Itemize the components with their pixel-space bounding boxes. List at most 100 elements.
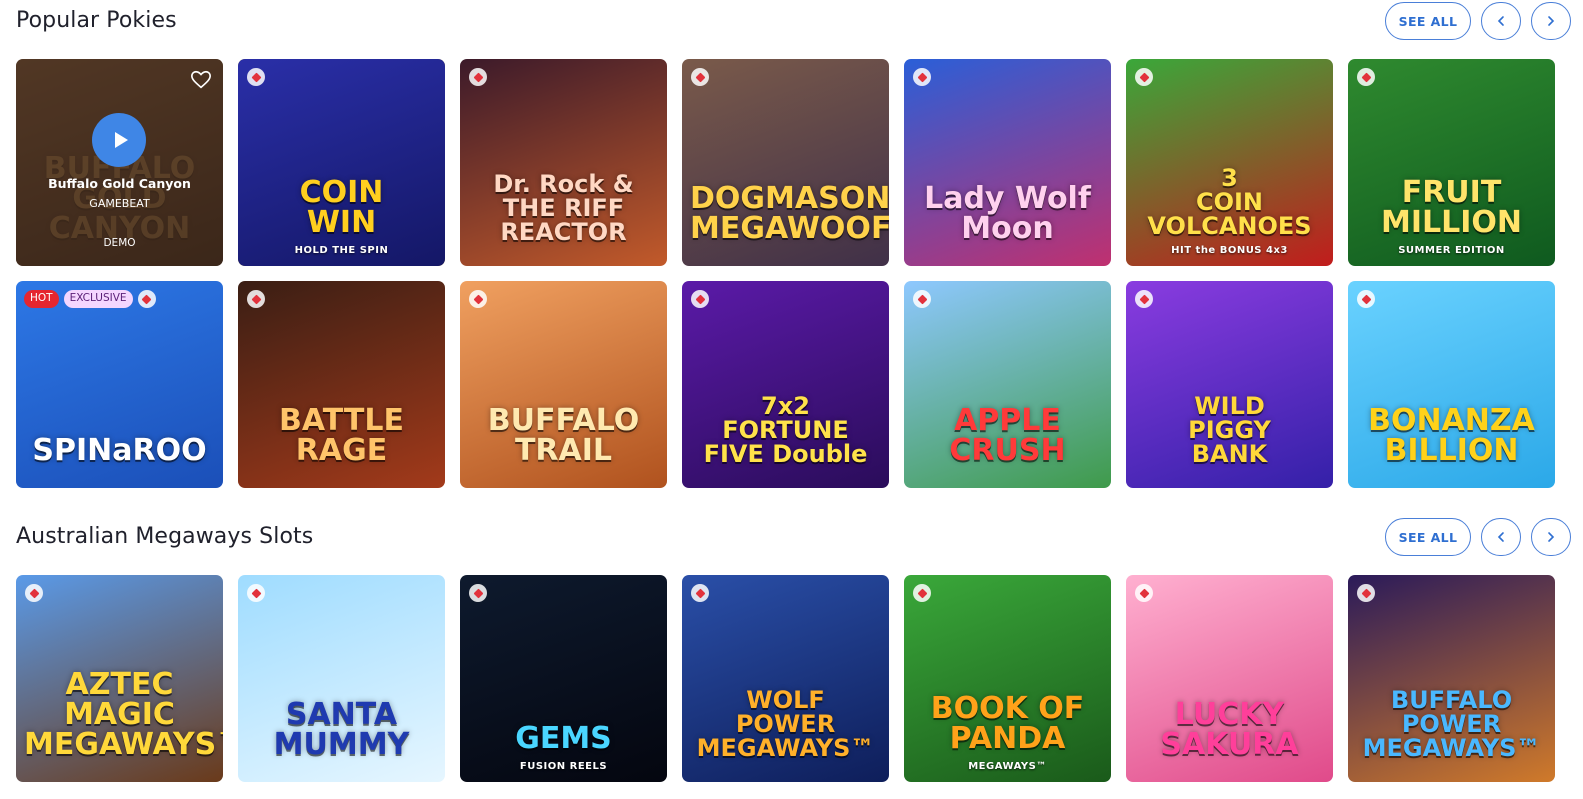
provider-icon [1135,290,1153,308]
game-logo: 7x2 FORTUNE FIVE Double [682,394,889,466]
provider-icon [913,584,931,602]
game-tile[interactable]: BUFFALOGOLD CANYONBuffalo Gold CanyonGAM… [16,59,223,266]
prev-button[interactable] [1481,518,1521,556]
game-tile[interactable]: DOGMASONSMEGAWOOF [682,59,889,266]
game-logo-line: MUMMY [273,727,410,762]
provider-icon [1135,584,1153,602]
game-tile[interactable]: FRUIT MILLION SUMMER EDITION [1348,59,1555,266]
game-tile[interactable]: SPINaROO HOT EXCLUSIVE [16,281,223,488]
provider-icon [1357,68,1375,86]
game-logo-line: POWER [1401,710,1502,738]
game-logo-line: AZTEC MAGIC [64,667,175,732]
section-popular-pokies: Popular Pokies SEE ALL BUFFALO GOLD CANYO… [0,0,1583,500]
provider-icon [691,68,709,86]
game-subtitle: MEGAWAYS™ [968,761,1047,772]
provider-icon [469,584,487,602]
game-tile[interactable]: Lady Wolf Moon [904,59,1111,266]
game-tile[interactable]: BATTLE RAGE [238,281,445,488]
game-logo-line: THE RIFF [502,194,625,222]
game-tile[interactable]: SANTA MUMMY [238,575,445,782]
game-tile[interactable]: BUFFALO TRAIL [460,281,667,488]
game-logo-line: GEMS [515,721,612,756]
chevron-right-icon [1548,16,1555,26]
game-tile[interactable]: LUCKY SAKURA [1126,575,1333,782]
game-logo-line: MEGAWAYS™ [24,727,223,762]
play-icon [114,132,128,148]
hot-badge: HOT [24,290,59,308]
game-logo: LUCKY SAKURA [1126,700,1333,760]
next-button[interactable] [1531,2,1571,40]
exclusive-badge: EXCLUSIVE [63,290,133,308]
game-subtitle: SUMMER EDITION [1398,245,1505,256]
game-logo-line: APPLE [954,403,1061,438]
game-logo-line: REACTOR [500,218,627,246]
game-logo-line: COIN [299,175,384,210]
prev-button[interactable] [1481,2,1521,40]
game-logo-line: POWER [735,710,836,738]
section-controls: SEE ALL [1385,2,1571,40]
game-tile[interactable]: BONANZA BILLION [1348,281,1555,488]
section-title: Popular Pokies [16,8,177,33]
game-logo-line: BILLION [1384,433,1519,468]
game-tile[interactable]: 7x2 FORTUNE FIVE Double [682,281,889,488]
section-title: Australian Megaways Slots [16,524,314,549]
game-tile[interactable]: GEMS FUSION REELS [460,575,667,782]
game-logo: BUFFALO TRAIL [460,406,667,466]
game-logo: AZTEC MAGICMEGAWAYS™ [16,670,223,760]
game-logo: BATTLE RAGE [238,406,445,466]
game-logo-line: MEGAWAYS™ [1362,734,1541,762]
heart-icon[interactable] [190,69,212,91]
game-logo-line: BUFFALO TRAIL [487,403,640,468]
game-tile[interactable]: WOLF POWER MEGAWAYS™ [682,575,889,782]
game-logo: 3 COIN VOLCANOES [1126,166,1333,238]
provider-icon [247,68,265,86]
game-logo-line: 7x2 [761,392,810,420]
game-tile[interactable]: Dr. Rock & THE RIFF REACTOR [460,59,667,266]
game-tile[interactable]: BOOK OF PANDA MEGAWAYS™ [904,575,1111,782]
game-tile[interactable]: COIN WIN HOLD THE SPIN [238,59,445,266]
game-logo-line: FIVE Double [703,440,868,468]
game-logo-line: PANDA [949,721,1066,756]
game-logo-line: RAGE [295,433,388,468]
see-all-button[interactable]: SEE ALL [1385,518,1471,556]
game-logo: GEMS [460,724,667,754]
game-logo-line: LUCKY [1174,697,1285,732]
game-subtitle: HIT the BONUS 4x3 [1171,245,1288,256]
game-tile[interactable]: APPLE CRUSH [904,281,1111,488]
game-logo: WOLF POWER MEGAWAYS™ [682,688,889,760]
game-logo: BOOK OF PANDA [904,694,1111,754]
chevron-left-icon [1497,16,1504,26]
game-logo-line: 3 [1221,164,1238,192]
section-controls: SEE ALL [1385,518,1571,556]
game-logo: BONANZA BILLION [1348,406,1555,466]
game-logo-line: SPINaROO [32,433,207,468]
provider-icon [25,584,43,602]
game-logo-line: MILLION [1380,205,1523,240]
demo-link[interactable]: DEMO [16,237,223,249]
game-logo: BUFFALO POWER MEGAWAYS™ [1348,688,1555,760]
provider-icon [469,68,487,86]
provider-icon [691,290,709,308]
game-logo: SANTA MUMMY [238,700,445,760]
play-button[interactable] [92,113,146,167]
chevron-left-icon [1497,532,1504,542]
game-tile[interactable]: BUFFALO POWER MEGAWAYS™ [1348,575,1555,782]
see-all-button[interactable]: SEE ALL [1385,2,1471,40]
next-button[interactable] [1531,518,1571,556]
game-tile[interactable]: 3 COIN VOLCANOES HIT the BONUS 4x3 [1126,59,1333,266]
game-logo-line: BATTLE [279,403,404,438]
game-logo-line: VOLCANOES [1147,212,1312,240]
provider-icon [247,290,265,308]
game-subtitle: HOLD THE SPIN [294,245,389,256]
game-logo: FRUIT MILLION [1348,178,1555,238]
game-logo: DOGMASONSMEGAWOOF [682,184,889,244]
provider-icon [469,290,487,308]
game-logo: WILD PIGGY BANK [1126,394,1333,466]
game-logo-line: SAKURA [1160,727,1299,762]
game-logo-line: BONANZA [1368,403,1535,438]
provider-icon [1357,290,1375,308]
games-grid: BUFFALOGOLD CANYONBuffalo Gold CanyonGAM… [16,59,1555,488]
game-tile[interactable]: WILD PIGGY BANK [1126,281,1333,488]
chevron-right-icon [1548,532,1555,542]
game-tile[interactable]: AZTEC MAGICMEGAWAYS™ [16,575,223,782]
